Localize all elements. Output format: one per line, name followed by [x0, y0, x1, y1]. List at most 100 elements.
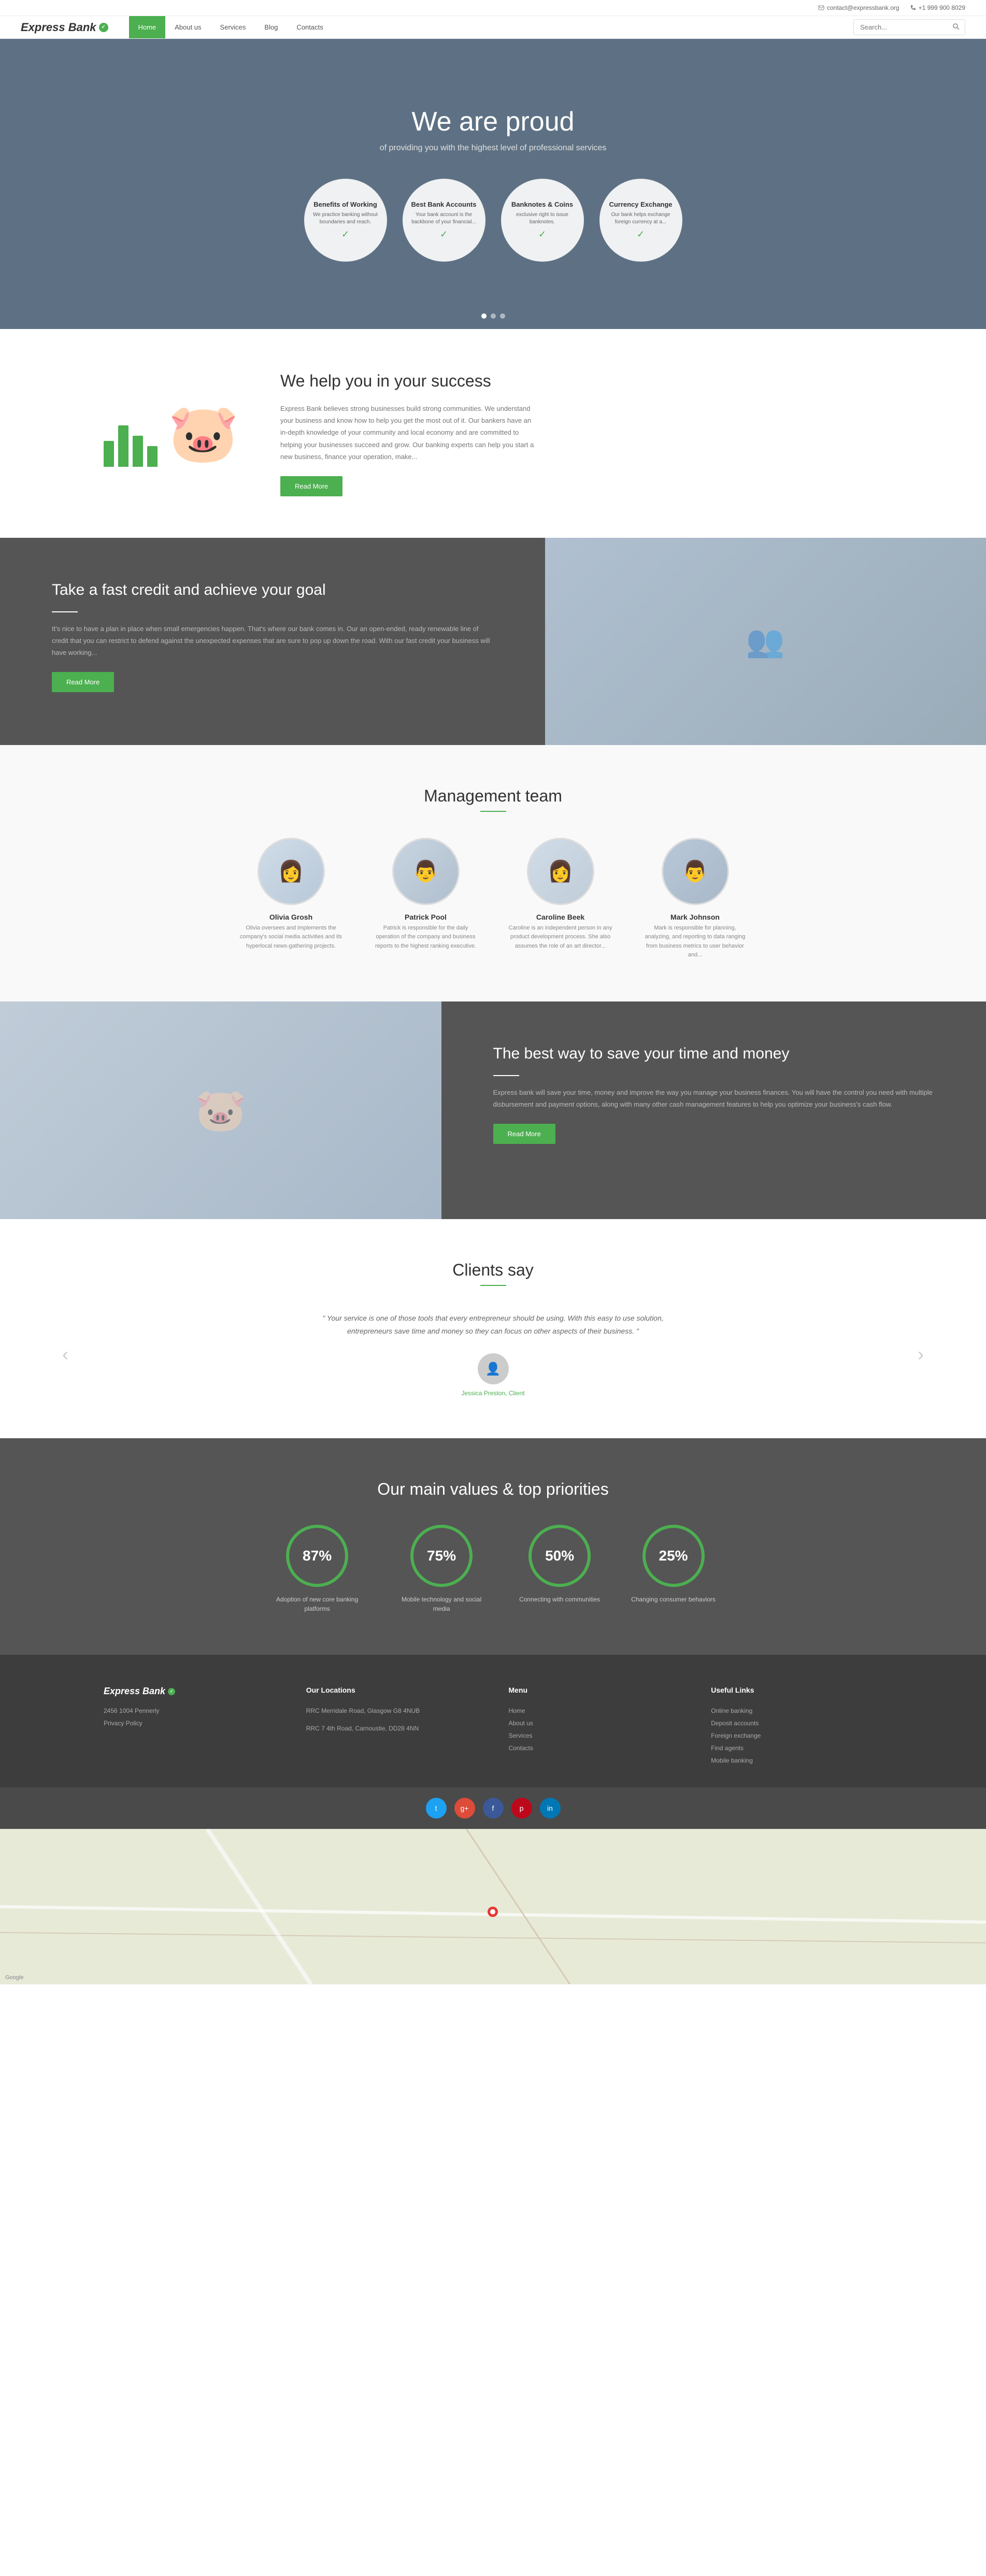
footer-link-0[interactable]: Online banking — [711, 1705, 882, 1717]
twitter-button[interactable]: t — [426, 1798, 447, 1819]
save-time-body: Express bank will save your time, money … — [493, 1086, 935, 1111]
avatar-2: 👩 — [527, 838, 594, 905]
values-section: Our main values & top priorities 87% Ado… — [0, 1438, 986, 1655]
hero-card-1-desc: Your bank account is the backbone of you… — [410, 211, 478, 226]
footer-menu-3[interactable]: Contacts — [509, 1742, 680, 1754]
hero-card-0-check: ✓ — [341, 229, 349, 240]
fast-credit-title: Take a fast credit and achieve your goal — [52, 579, 493, 601]
phone-info: +1 999 900 8029 — [910, 4, 965, 11]
hero-cards: Benefits of Working We practice banking … — [304, 179, 682, 262]
clients-next-button[interactable]: › — [918, 1343, 924, 1365]
save-time-section: 🐷 The best way to save your time and mon… — [0, 1001, 986, 1219]
value-item-1: 75% Mobile technology and social media — [395, 1525, 488, 1613]
google-button[interactable]: g+ — [454, 1798, 475, 1819]
phone-text: +1 999 900 8029 — [919, 4, 965, 11]
facebook-button[interactable]: f — [483, 1798, 504, 1819]
pinterest-button[interactable]: p — [511, 1798, 532, 1819]
footer-location-0: RRC Merridale Road, Glasgow G8 4NUB — [306, 1705, 478, 1717]
value-item-2: 50% Connecting with communities — [519, 1525, 600, 1613]
hero-card-1-check: ✓ — [440, 229, 448, 240]
footer-address: 2456 1004 Pennerly — [104, 1705, 275, 1717]
footer-locations-title: Our Locations — [306, 1686, 478, 1694]
footer-brand: Express Bank ✓ 2456 1004 Pennerly Privac… — [104, 1686, 275, 1767]
logo-dot: ✓ — [99, 23, 108, 32]
clients-title: Clients say — [104, 1261, 882, 1280]
hero-card-3: Currency Exchange Our bank helps exchang… — [599, 179, 682, 262]
nav-home[interactable]: Home — [129, 16, 166, 38]
fast-credit-body: It's nice to have a plan in place when s… — [52, 623, 493, 659]
footer-logo-dot: ✓ — [168, 1688, 175, 1695]
hero-card-3-desc: Our bank helps exchange foreign currency… — [607, 211, 675, 226]
we-help-text: We help you in your success Express Bank… — [280, 370, 539, 496]
team-member-1: 👨 Patrick Pool Patrick is responsible fo… — [374, 838, 478, 960]
footer-link-1[interactable]: Deposit accounts — [711, 1717, 882, 1729]
map-section: Google — [0, 1829, 986, 1984]
circle-1: 75% — [410, 1525, 473, 1587]
management-title: Management team — [104, 786, 882, 806]
management-section: Management team 👩 Olivia Grosh Olivia ov… — [0, 745, 986, 1001]
value-1-label: Mobile technology and social media — [395, 1595, 488, 1613]
nav-contacts[interactable]: Contacts — [287, 16, 332, 38]
circle-3-value: 25% — [659, 1548, 688, 1564]
piggy-icon: 🐷 — [168, 400, 239, 467]
chart-bars — [104, 415, 158, 467]
team-member-0: 👩 Olivia Grosh Olivia oversees and imple… — [239, 838, 343, 960]
email-info: contact@expressbank.org — [818, 4, 899, 11]
circle-2-value: 50% — [545, 1548, 574, 1564]
circle-0: 87% — [286, 1525, 348, 1587]
linkedin-button[interactable]: in — [540, 1798, 561, 1819]
clients-prev-button[interactable]: ‹ — [62, 1343, 68, 1365]
nav-blog[interactable]: Blog — [255, 16, 287, 38]
testimonial-avatar: 👤 — [478, 1353, 509, 1384]
hero-subtitle: of providing you with the highest level … — [380, 144, 607, 153]
clients-underline — [480, 1285, 506, 1286]
hero-title: We are proud — [411, 106, 574, 137]
footer-locations: Our Locations RRC Merridale Road, Glasgo… — [306, 1686, 478, 1767]
hero-card-2-title: Banknotes & Coins — [511, 201, 573, 208]
bar-4 — [147, 446, 158, 467]
save-time-text: The best way to save your time and money… — [441, 1001, 986, 1219]
footer-menu-1[interactable]: About us — [509, 1717, 680, 1729]
member-1-name: Patrick Pool — [374, 913, 478, 921]
dot-0[interactable] — [481, 313, 487, 319]
value-item-3: 25% Changing consumer behaviors — [631, 1525, 716, 1613]
footer-privacy-link[interactable]: Privacy Policy — [104, 1717, 275, 1729]
we-help-read-more[interactable]: Read More — [280, 476, 342, 496]
footer-link-4[interactable]: Mobile banking — [711, 1754, 882, 1767]
team-members: 👩 Olivia Grosh Olivia oversees and imple… — [104, 838, 882, 960]
search-bar — [853, 19, 965, 35]
social-bar: t g+ f p in — [0, 1787, 986, 1829]
dot-1[interactable] — [491, 313, 496, 319]
fast-credit-read-more[interactable]: Read More — [52, 672, 114, 692]
member-2-name: Caroline Beek — [509, 913, 612, 921]
fast-credit-text: Take a fast credit and achieve your goal… — [0, 538, 545, 745]
footer-menu-title: Menu — [509, 1686, 680, 1694]
team-member-3: 👨 Mark Johnson Mark is responsible for p… — [644, 838, 747, 960]
values-items: 87% Adoption of new core banking platfor… — [104, 1525, 882, 1613]
footer-menu-0[interactable]: Home — [509, 1705, 680, 1717]
fast-credit-section: Take a fast credit and achieve your goal… — [0, 538, 986, 745]
hero-card-2-check: ✓ — [538, 229, 546, 240]
bar-1 — [104, 441, 114, 467]
member-0-desc: Olivia oversees and implements the compa… — [239, 924, 343, 951]
we-help-body: Express Bank believes strong businesses … — [280, 403, 539, 463]
search-input[interactable] — [854, 20, 947, 34]
svg-text:Google: Google — [5, 1974, 23, 1981]
member-3-desc: Mark is responsible for planning, analyz… — [644, 924, 747, 960]
fast-credit-divider — [52, 611, 78, 612]
footer-menu-2[interactable]: Services — [509, 1729, 680, 1742]
hero-card-0-desc: We practice banking without boundaries a… — [312, 211, 379, 226]
nav-about[interactable]: About us — [165, 16, 210, 38]
dot-2[interactable] — [500, 313, 505, 319]
save-time-read-more[interactable]: Read More — [493, 1124, 555, 1144]
footer-link-3[interactable]: Find agents — [711, 1742, 882, 1754]
footer-link-2[interactable]: Foreign exchange — [711, 1729, 882, 1742]
circle-0-value: 87% — [303, 1548, 332, 1564]
save-time-title: The best way to save your time and money — [493, 1043, 935, 1065]
we-help-image: 🐷 — [104, 400, 239, 467]
search-button[interactable] — [947, 20, 965, 35]
values-title: Our main values & top priorities — [104, 1480, 882, 1499]
logo-text: Express Bank — [21, 21, 96, 34]
testimonial-name: Jessica Preston, Client — [461, 1390, 524, 1397]
nav-services[interactable]: Services — [211, 16, 255, 38]
